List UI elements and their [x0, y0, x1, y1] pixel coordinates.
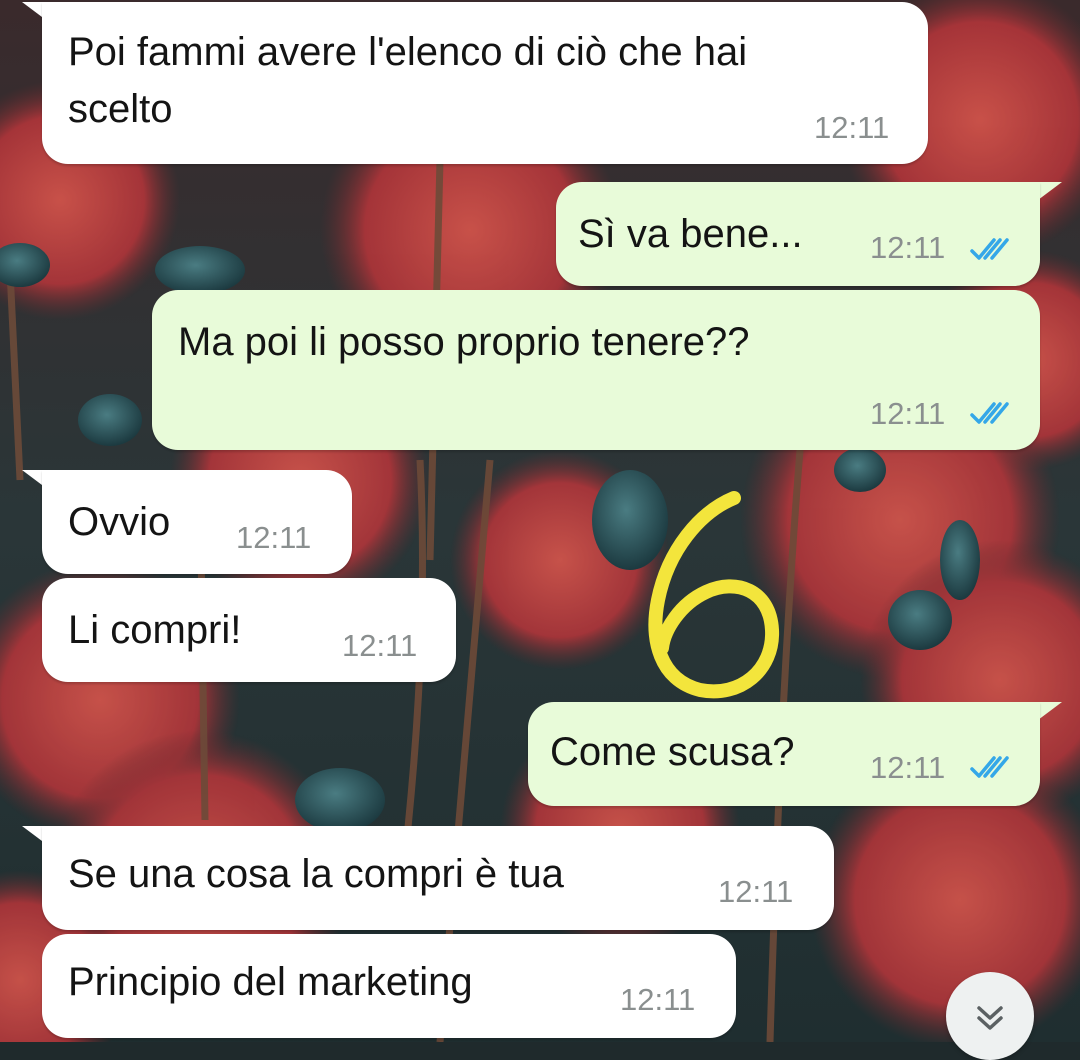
message-text: Sì va bene... [578, 212, 803, 256]
scroll-to-bottom-button[interactable] [946, 972, 1034, 1060]
message-text: Se una cosa la compri è tua [68, 852, 564, 896]
message-timestamp: 12:11 [870, 750, 946, 785]
message-text: Poi fammi avere l'elenco di ciò che hai [68, 30, 748, 74]
message-text: Ovvio [68, 500, 171, 544]
message-bubble-incoming[interactable]: Ovvio 12:11 [42, 470, 352, 574]
message-timestamp: 12:11 [620, 982, 696, 1017]
message-timestamp: 12:11 [718, 874, 794, 909]
message-timestamp: 12:11 [814, 110, 890, 145]
handwritten-annotation-six [648, 491, 780, 699]
message-text: Li compri! [68, 608, 242, 652]
message-timestamp: 12:11 [342, 628, 418, 663]
message-bubble-incoming[interactable]: Li compri! 12:11 [42, 578, 456, 682]
message-text: Ma poi li posso proprio tenere?? [178, 320, 750, 364]
chevron-double-down-icon [977, 1006, 1003, 1030]
message-bubble-outgoing[interactable]: Ma poi li posso proprio tenere?? 12:11 [152, 290, 1040, 450]
message-text: scelto [68, 87, 173, 131]
message-text: Principio del marketing [68, 960, 473, 1004]
message-timestamp: 12:11 [870, 230, 946, 265]
double-check-icon [970, 238, 1009, 260]
message-timestamp: 12:11 [870, 396, 946, 431]
double-check-icon [970, 402, 1009, 424]
message-text: Come scusa? [550, 730, 795, 774]
message-bubble-incoming[interactable]: Poi fammi avere l'elenco di ciò che hai … [42, 2, 928, 164]
message-bubble-incoming[interactable]: Se una cosa la compri è tua 12:11 [42, 826, 834, 930]
message-bubble-outgoing[interactable]: Come scusa? 12:11 [528, 702, 1040, 806]
double-check-icon [970, 756, 1009, 778]
message-timestamp: 12:11 [236, 520, 312, 555]
message-bubble-outgoing[interactable]: Sì va bene... 12:11 [556, 182, 1040, 286]
message-bubble-incoming[interactable]: Principio del marketing 12:11 [42, 934, 736, 1038]
